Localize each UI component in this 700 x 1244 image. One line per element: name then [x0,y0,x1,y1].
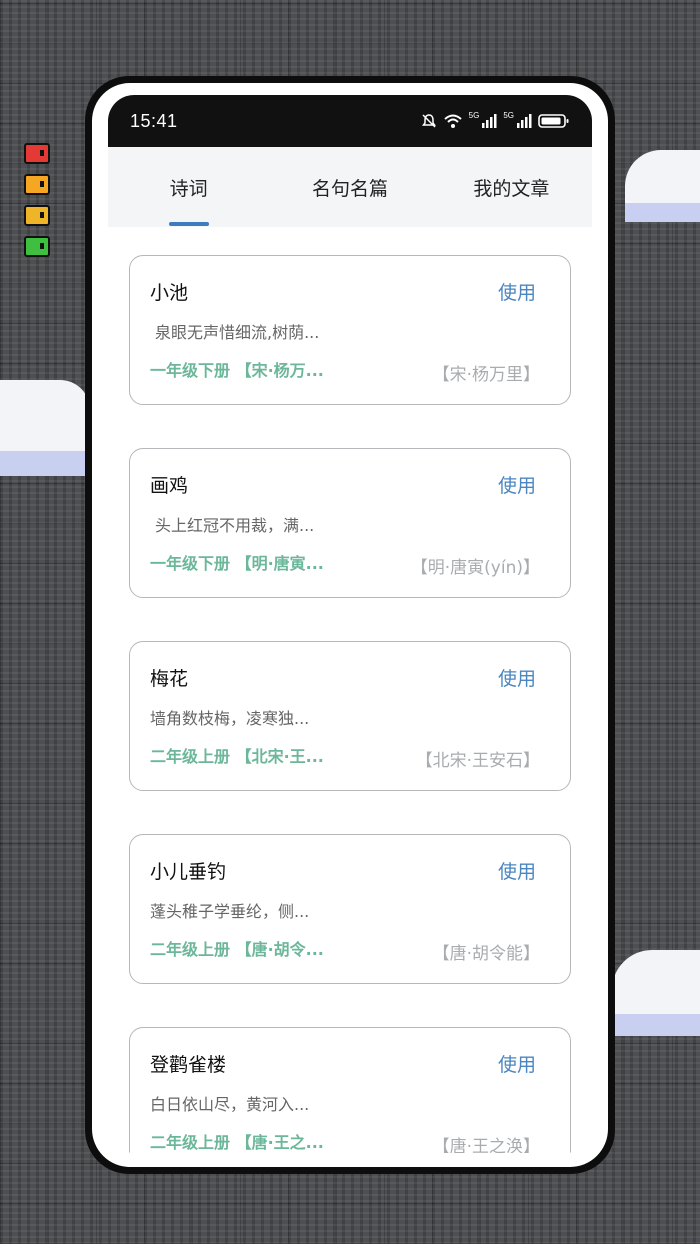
status-bar: 15:41 5G 5G [108,95,592,147]
poem-grade-info: 二年级上册 【唐·胡令... [150,940,324,959]
poem-excerpt: 头上红冠不用裁，满... [155,516,315,535]
pixel-ghost-decoration [24,143,52,267]
phone-frame: 15:41 5G 5G 诗词 名句名篇 我的文章 小池 使用 泉眼无声惜细流,树… [85,76,615,1174]
poem-grade-info: 二年级上册 【北宋·王... [150,747,324,766]
wifi-icon [443,114,462,128]
poem-excerpt: 墙角数枝梅，凌寒独... [150,709,310,728]
poem-grade-info: 一年级下册 【宋·杨万... [150,361,324,380]
orange-ghost-icon [24,174,50,195]
poem-title: 小儿垂钓 [150,861,227,883]
poem-card[interactable]: 画鸡 使用 头上红冠不用裁，满... 一年级下册 【明·唐寅... 【明·唐寅(… [129,448,571,598]
use-button[interactable]: 使用 [498,664,536,691]
phone-screen: 15:41 5G 5G 诗词 名句名篇 我的文章 小池 使用 泉眼无声惜细流,树… [108,95,592,1153]
battery-icon [538,114,569,128]
tab-bar: 诗词 名句名篇 我的文章 [108,147,592,227]
signal-type-label: 5G [503,110,514,120]
poem-excerpt: 泉眼无声惜细流,树荫... [155,323,320,342]
poem-card[interactable]: 梅花 使用 墙角数枝梅，凌寒独... 二年级上册 【北宋·王... 【北宋·王安… [129,641,571,791]
poem-grade-info: 二年级上册 【唐·王之... [150,1133,324,1152]
poem-author: 【北宋·王安石】 [415,751,540,771]
tab-poetry[interactable]: 诗词 [108,147,269,227]
red-ghost-icon [24,143,50,164]
poem-list: 小池 使用 泉眼无声惜细流,树荫... 一年级下册 【宋·杨万... 【宋·杨万… [108,227,592,1153]
poem-title: 画鸡 [150,475,189,497]
green-ghost-icon [24,236,50,257]
poem-title: 登鹳雀楼 [150,1054,227,1076]
use-button[interactable]: 使用 [498,857,536,884]
background-cloud [0,380,90,476]
mute-bell-icon [421,114,436,128]
poem-excerpt: 蓬头稚子学垂纶，侧... [150,902,310,921]
yellow-ghost-icon [24,205,50,226]
poem-card[interactable]: 登鹳雀楼 使用 白日依山尽，黄河入... 二年级上册 【唐·王之... 【唐·王… [129,1027,571,1153]
use-button[interactable]: 使用 [498,278,536,305]
cell-signal-icon [482,114,497,128]
poem-excerpt: 白日依山尽，黄河入... [150,1095,310,1114]
use-button[interactable]: 使用 [498,471,536,498]
poem-grade-info: 一年级下册 【明·唐寅... [150,554,324,573]
poem-title: 梅花 [150,668,189,690]
status-icons: 5G 5G [421,110,570,129]
poem-author: 【唐·胡令能】 [432,944,540,964]
background-cloud [612,950,700,1036]
poem-title: 小池 [150,282,189,304]
signal-type-label: 5G [468,110,480,120]
tab-famous-lines[interactable]: 名句名篇 [269,147,430,227]
poem-card[interactable]: 小池 使用 泉眼无声惜细流,树荫... 一年级下册 【宋·杨万... 【宋·杨万… [129,255,571,405]
poem-card[interactable]: 小儿垂钓 使用 蓬头稚子学垂纶，侧... 二年级上册 【唐·胡令... 【唐·胡… [129,834,571,984]
tab-my-articles[interactable]: 我的文章 [431,147,592,227]
poem-author: 【明·唐寅(yín)】 [410,558,540,578]
use-button[interactable]: 使用 [498,1050,536,1077]
poem-author: 【唐·王之涣】 [432,1137,540,1153]
cell-signal-icon [517,114,532,128]
poem-author: 【宋·杨万里】 [432,365,540,385]
background-cloud [625,150,700,222]
status-time: 15:41 [130,110,178,131]
